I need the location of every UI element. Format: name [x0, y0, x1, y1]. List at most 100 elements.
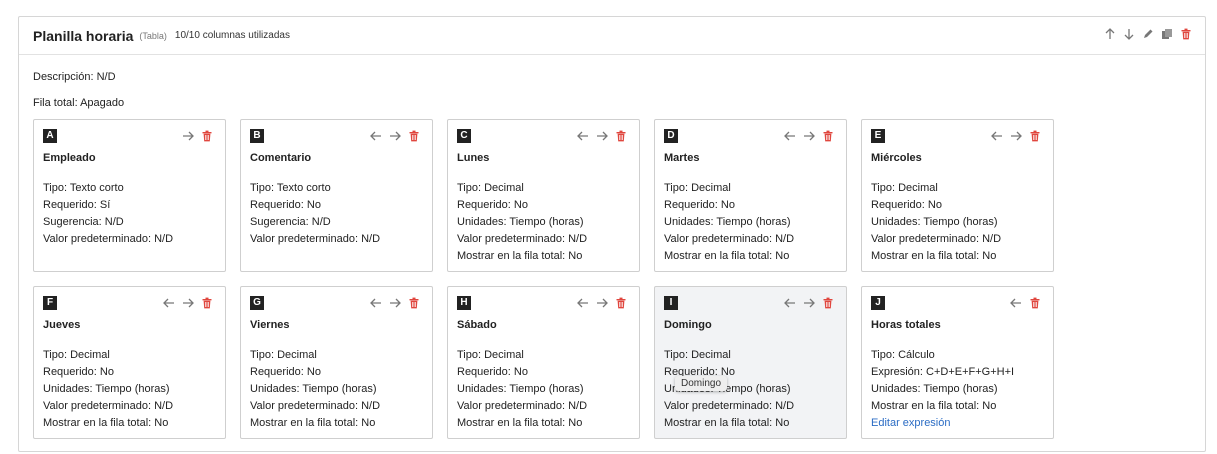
description-text: Descripción: N/D — [33, 71, 116, 83]
column-card[interactable]: G Viernes Tipo: Decimal Requerido: No Unid… — [240, 286, 433, 439]
column-property: Tipo: Decimal — [457, 349, 524, 361]
column-properties: Tipo: Cálculo Expresión: C+D+E+F+G+H+I Uni… — [871, 347, 1014, 432]
column-property: Mostrar en la fila total: No — [871, 400, 997, 412]
card-actions — [575, 296, 629, 310]
column-letter-badge: B — [250, 129, 264, 143]
column-property: Unidades: Tiempo (horas) — [43, 383, 170, 395]
arrow-right-icon[interactable] — [594, 296, 610, 310]
trash-icon[interactable] — [1027, 129, 1043, 143]
trash-icon[interactable] — [820, 129, 836, 143]
column-property: Unidades: Tiempo (horas) — [457, 383, 584, 395]
panel-header: Planilla horaria (Tabla) 10/10 columnas … — [19, 17, 1205, 55]
card-actions — [575, 129, 629, 143]
arrow-right-icon[interactable] — [801, 296, 817, 310]
column-property: Sugerencia: N/D — [250, 216, 331, 228]
trash-icon[interactable] — [199, 129, 215, 143]
column-property: Tipo: Decimal — [664, 349, 731, 361]
trash-icon[interactable] — [406, 296, 422, 310]
column-letter-badge: H — [457, 296, 471, 310]
arrow-right-icon[interactable] — [801, 129, 817, 143]
panel-actions — [1103, 27, 1193, 41]
card-actions — [368, 129, 422, 143]
edit-expression-link[interactable]: Editar expresión — [871, 415, 1014, 432]
column-property: Tipo: Decimal — [664, 182, 731, 194]
column-card[interactable]: B Comentario Tipo: Texto corto Requerido:… — [240, 119, 433, 272]
pencil-icon[interactable] — [1141, 27, 1155, 41]
trash-icon[interactable] — [1027, 296, 1043, 310]
arrow-right-icon[interactable] — [387, 129, 403, 143]
column-property: Tipo: Decimal — [457, 182, 524, 194]
card-actions — [161, 296, 215, 310]
arrow-left-icon[interactable] — [575, 296, 591, 310]
column-letter-badge: F — [43, 296, 57, 310]
column-properties: Tipo: Decimal Requerido: No Unidades: Tiem… — [250, 347, 380, 432]
arrow-left-icon[interactable] — [161, 296, 177, 310]
arrow-left-icon[interactable] — [782, 296, 798, 310]
column-letter-badge: C — [457, 129, 471, 143]
column-properties: Tipo: Decimal Requerido: No Unidades: Tiem… — [871, 180, 1001, 265]
column-property: Mostrar en la fila total: No — [457, 417, 583, 429]
arrow-left-icon[interactable] — [1008, 296, 1024, 310]
column-properties: Tipo: Decimal Requerido: No Unidades: Tiem… — [664, 180, 794, 265]
column-property: Valor predeterminado: N/D — [664, 233, 795, 245]
column-properties: Tipo: Decimal Requerido: No Unidades: Tiem… — [43, 347, 173, 432]
arrow-left-icon[interactable] — [989, 129, 1005, 143]
column-title: Sábado — [457, 319, 497, 331]
trash-icon[interactable] — [820, 296, 836, 310]
arrow-left-icon[interactable] — [575, 129, 591, 143]
arrow-left-icon[interactable] — [368, 129, 384, 143]
column-title: Miércoles — [871, 152, 922, 164]
arrow-right-icon[interactable] — [1008, 129, 1024, 143]
column-property: Mostrar en la fila total: No — [457, 250, 583, 262]
column-property: Valor predeterminado: N/D — [664, 400, 795, 412]
column-property: Tipo: Cálculo — [871, 349, 935, 361]
arrow-left-icon[interactable] — [782, 129, 798, 143]
arrow-up-icon[interactable] — [1103, 27, 1117, 41]
arrow-right-icon[interactable] — [594, 129, 610, 143]
panel-type: (Tabla) — [139, 30, 167, 41]
column-card[interactable]: F Jueves Tipo: Decimal Requerido: No Unida… — [33, 286, 226, 439]
arrow-down-icon[interactable] — [1122, 27, 1136, 41]
column-property: Valor predeterminado: N/D — [250, 233, 381, 245]
column-card[interactable]: H Sábado Tipo: Decimal Requerido: No Unida… — [447, 286, 640, 439]
trash-icon[interactable] — [199, 296, 215, 310]
column-card[interactable]: E Miércoles Tipo: Decimal Requerido: No Un… — [861, 119, 1054, 272]
tooltip: Domingo — [675, 376, 728, 391]
trash-icon[interactable] — [613, 129, 629, 143]
column-card[interactable]: A Empleado Tipo: Texto corto Requerido: S… — [33, 119, 226, 272]
column-properties: Tipo: Decimal Requerido: No Unidades: Tiem… — [457, 347, 587, 432]
column-property: Tipo: Texto corto — [43, 182, 124, 194]
arrow-right-icon[interactable] — [180, 296, 196, 310]
trash-icon[interactable] — [613, 296, 629, 310]
column-letter-badge: E — [871, 129, 885, 143]
column-card[interactable]: I Domingo Tipo: Decimal Requerido: No Unid… — [654, 286, 847, 439]
column-property: Requerido: No — [664, 199, 735, 211]
column-property: Mostrar en la fila total: No — [664, 417, 790, 429]
column-property: Requerido: No — [457, 199, 528, 211]
column-letter-badge: D — [664, 129, 678, 143]
column-property: Mostrar en la fila total: No — [250, 417, 376, 429]
column-letter-badge: A — [43, 129, 57, 143]
column-title: Viernes — [250, 319, 290, 331]
card-actions — [368, 296, 422, 310]
column-card[interactable]: C Lunes Tipo: Decimal Requerido: No Unidad… — [447, 119, 640, 272]
column-card[interactable]: D Martes Tipo: Decimal Requerido: No Unida… — [654, 119, 847, 272]
column-property: Valor predeterminado: N/D — [457, 400, 588, 412]
column-property: Valor predeterminado: N/D — [43, 233, 174, 245]
column-property: Mostrar en la fila total: No — [871, 250, 997, 262]
arrow-right-icon[interactable] — [387, 296, 403, 310]
column-usage: 10/10 columnas utilizadas — [174, 30, 290, 41]
column-card[interactable]: J Horas totales Tipo: Cálculo Expresión: … — [861, 286, 1054, 439]
arrow-left-icon[interactable] — [368, 296, 384, 310]
column-property: Expresión: C+D+E+F+G+H+I — [871, 366, 1015, 378]
column-letter-badge: J — [871, 296, 885, 310]
trash-icon[interactable] — [406, 129, 422, 143]
column-property: Requerido: Sí — [43, 199, 111, 211]
card-actions — [1008, 296, 1043, 310]
arrow-right-icon[interactable] — [180, 129, 196, 143]
trash-icon[interactable] — [1179, 27, 1193, 41]
column-property: Tipo: Texto corto — [250, 182, 331, 194]
column-properties: Tipo: Texto corto Requerido: Sí Sugerencia… — [43, 180, 173, 248]
column-property: Sugerencia: N/D — [43, 216, 124, 228]
copy-icon[interactable] — [1160, 27, 1174, 41]
